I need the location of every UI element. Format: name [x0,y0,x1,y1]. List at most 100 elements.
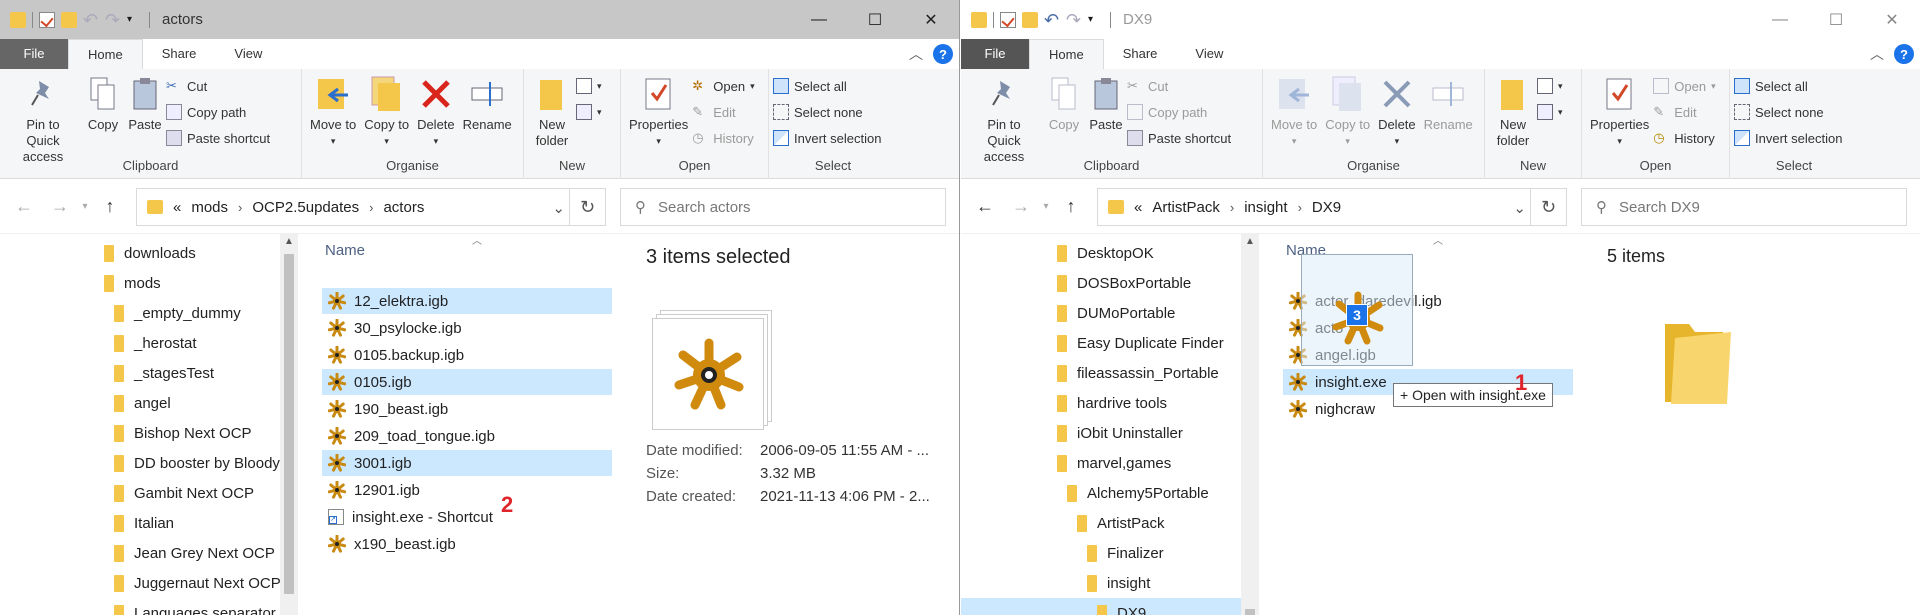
up-arrow-icon[interactable]: ↑ [92,196,128,217]
undo-icon[interactable]: ↶ [83,11,99,29]
collapse-ribbon-icon[interactable]: ︿ [909,44,923,64]
nav-scrollbar[interactable]: ▲ [1241,234,1259,615]
chevron-right-icon[interactable]: › [238,200,242,215]
nav-item[interactable]: Bishop Next OCP [114,421,252,445]
nav-item[interactable]: marvel,games [1057,451,1171,475]
forward-arrow-icon[interactable]: → [1003,196,1039,217]
new-folder-icon[interactable] [1022,11,1038,28]
minimize-icon[interactable]: — [1752,0,1808,39]
search-box[interactable]: ⚲ Search DX9 [1581,188,1907,226]
tab-home[interactable]: Home [68,39,143,69]
refresh-icon[interactable]: ↻ [569,189,605,225]
nav-item[interactable]: Jean Grey Next OCP [114,541,275,565]
redo-icon[interactable]: ↷ [1066,11,1082,29]
back-arrow-icon[interactable]: ← [6,196,42,217]
nav-item[interactable]: fileassassin_Portable [1057,361,1219,385]
chevron-down-icon[interactable]: ⌄ [552,199,565,217]
maximize-icon[interactable]: ☐ [847,0,903,39]
nav-item[interactable]: angel [114,391,171,415]
tab-file[interactable]: File [961,39,1029,69]
nav-item[interactable]: Easy Duplicate Finder [1057,331,1224,355]
tab-view[interactable]: View [1176,39,1242,69]
breadcrumb-overflow[interactable]: « [1134,199,1142,216]
nav-item[interactable]: mods [104,271,161,295]
refresh-icon[interactable]: ↻ [1530,189,1566,225]
scroll-up-icon[interactable]: ▲ [1241,236,1259,247]
file-row[interactable]: 190_beast.igb [322,396,612,422]
breadcrumb[interactable]: « mods › OCP2.5updates › actors ⌄ ↻ [136,188,606,226]
nav-item[interactable]: DOSBoxPortable [1057,271,1191,295]
close-icon[interactable]: ✕ [1864,0,1920,39]
history-button[interactable]: ◷ History [1653,127,1715,149]
open-button[interactable]: Open ▾ [1653,75,1716,97]
nav-item[interactable]: Languages separator [114,601,276,615]
edit-button[interactable]: ✎ Edit [1653,101,1715,123]
nav-item[interactable]: Juggernaut Next OCP [114,571,280,595]
copy-path-button[interactable]: Copy path [1127,101,1231,123]
recent-locations-icon[interactable]: ▾ [78,201,92,212]
nav-item[interactable]: Italian [114,511,174,535]
chevron-right-icon[interactable]: › [1230,200,1234,215]
new-item-button[interactable]: ▾ [1537,75,1563,97]
nav-item[interactable]: Gambit Next OCP [114,481,254,505]
nav-item[interactable]: insight [1087,571,1150,595]
customize-toolbar-icon[interactable]: ▾ [1088,12,1104,28]
select-all-button[interactable]: Select all [773,75,881,97]
nav-item[interactable]: Finalizer [1087,541,1164,565]
breadcrumb-item[interactable]: DX9 [1312,199,1341,216]
scroll-thumb[interactable] [1245,609,1255,615]
maximize-icon[interactable]: ☐ [1808,0,1864,39]
select-none-button[interactable]: Select none [773,101,881,123]
breadcrumb-item[interactable]: insight [1244,199,1287,216]
chevron-right-icon[interactable]: › [1298,200,1302,215]
nav-item-selected[interactable]: DX9 [961,598,1241,615]
paste-shortcut-button[interactable]: Paste shortcut [166,127,270,149]
close-icon[interactable]: ✕ [903,0,959,39]
nav-item[interactable]: _stagesTest [114,361,214,385]
file-row[interactable]: 0105.backup.igb [322,342,612,368]
file-row[interactable]: 12901.igb [322,477,612,503]
nav-item[interactable]: iObit Uninstaller [1057,421,1183,445]
undo-icon[interactable]: ↶ [1044,11,1060,29]
nav-item[interactable]: DUMoPortable [1057,301,1175,325]
title-bar[interactable]: ↶ ↷ ▾ DX9 — ☐ ✕ [961,0,1920,39]
breadcrumb-item[interactable]: ArtistPack [1152,199,1220,216]
file-row[interactable]: 209_toad_tongue.igb [322,423,612,449]
select-all-button[interactable]: Select all [1734,75,1842,97]
file-row[interactable]: x190_beast.igb [322,531,612,557]
new-item-button[interactable]: ▾ [576,75,602,97]
column-header-name[interactable]: Name [325,242,365,259]
nav-item[interactable]: DD booster by Bloody [114,451,280,475]
nav-item[interactable]: downloads [104,241,196,265]
properties-icon[interactable] [1000,11,1016,28]
file-row[interactable]: 12_elektra.igb [322,288,612,314]
nav-item[interactable]: DesktopOK [1057,241,1154,265]
copy-path-button[interactable]: Copy path [166,101,270,123]
breadcrumb-item[interactable]: OCP2.5updates [252,199,359,216]
cut-button[interactable]: ✂ Cut [166,75,270,97]
breadcrumb-item[interactable]: actors [383,199,424,216]
nav-item[interactable]: _herostat [114,331,197,355]
forward-arrow-icon[interactable]: → [42,196,78,217]
paste-shortcut-button[interactable]: Paste shortcut [1127,127,1231,149]
help-icon[interactable]: ? [1894,44,1914,64]
file-row[interactable]: ↗ insight.exe - Shortcut [322,504,612,530]
history-button[interactable]: ◷ History [692,127,754,149]
search-box[interactable]: ⚲ Search actors [620,188,946,226]
recent-locations-icon[interactable]: ▾ [1039,201,1053,212]
tab-share[interactable]: Share [143,39,216,69]
customize-toolbar-icon[interactable]: ▾ [127,12,143,28]
breadcrumb-item[interactable]: mods [191,199,228,216]
invert-selection-button[interactable]: Invert selection [773,127,881,149]
edit-button[interactable]: ✎ Edit [692,101,754,123]
collapse-ribbon-icon[interactable]: ︿ [1870,44,1884,64]
up-arrow-icon[interactable]: ↑ [1053,196,1089,217]
breadcrumb[interactable]: « ArtistPack › insight › DX9 ⌄ ↻ [1097,188,1567,226]
select-none-button[interactable]: Select none [1734,101,1842,123]
breadcrumb-overflow[interactable]: « [173,199,181,216]
properties-icon[interactable] [39,11,55,28]
tab-view[interactable]: View [215,39,281,69]
cut-button[interactable]: ✂ Cut [1127,75,1231,97]
file-row[interactable]: 3001.igb [322,450,612,476]
nav-scrollbar[interactable]: ▲ [280,234,298,615]
